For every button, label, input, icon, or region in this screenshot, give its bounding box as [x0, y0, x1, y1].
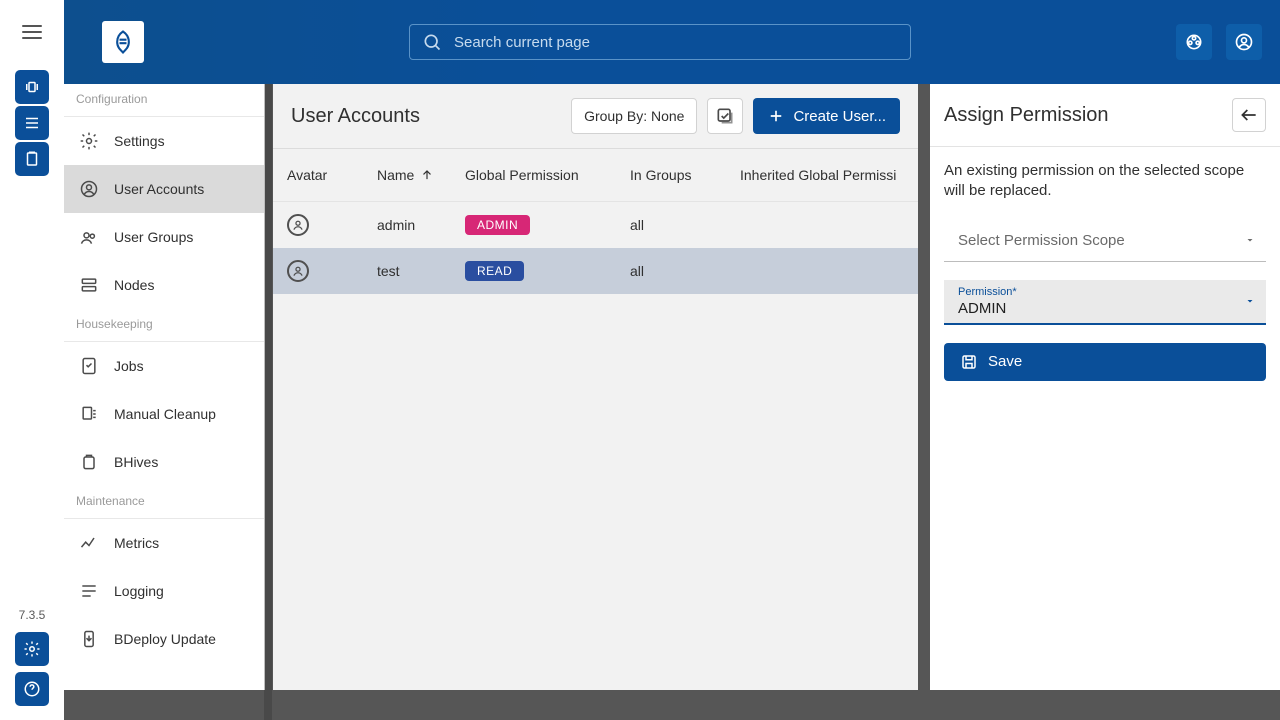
- permission-value: ADMIN: [958, 300, 1256, 317]
- avatar-icon: [287, 214, 309, 236]
- cell-name: admin: [363, 202, 451, 249]
- create-user-label: Create User...: [793, 108, 886, 125]
- permission-label: Permission*: [958, 286, 1256, 298]
- permission-badge: ADMIN: [465, 215, 530, 235]
- metrics-icon: [78, 533, 100, 553]
- th-global-permission[interactable]: Global Permission: [451, 149, 616, 202]
- sidebar-item-settings[interactable]: Settings: [64, 117, 264, 165]
- permission-badge: READ: [465, 261, 524, 281]
- save-button[interactable]: Save: [944, 343, 1266, 381]
- sidebar-item-bhives[interactable]: BHives: [64, 438, 264, 486]
- sidebar-item-bdeploy-update[interactable]: BDeploy Update: [64, 615, 264, 663]
- user-icon: [78, 179, 100, 199]
- th-avatar[interactable]: Avatar: [273, 149, 363, 202]
- sidebar-item-nodes[interactable]: Nodes: [64, 261, 264, 309]
- group-by-button[interactable]: Group By: None: [571, 98, 697, 134]
- nodes-icon: [78, 275, 100, 295]
- theme-button[interactable]: [1176, 24, 1212, 60]
- sidebar-section-configuration: Configuration: [64, 84, 264, 117]
- logo-icon[interactable]: [102, 21, 144, 63]
- search-input[interactable]: [409, 24, 911, 60]
- select-all-button[interactable]: [707, 98, 743, 134]
- main-panel: User Accounts Group By: None Create User…: [273, 84, 918, 690]
- table-scroll[interactable]: Avatar Name Global Permission In Groups: [273, 149, 918, 690]
- bhives-icon: [78, 452, 100, 472]
- group-by-label: Group By: None: [584, 108, 684, 124]
- cleanup-icon: [78, 404, 100, 424]
- sidebar-item-manual-cleanup[interactable]: Manual Cleanup: [64, 390, 264, 438]
- save-icon: [960, 353, 978, 371]
- sidebar-item-user-groups[interactable]: User Groups: [64, 213, 264, 261]
- table-row[interactable]: test READ all: [273, 248, 918, 294]
- sidebar-section-housekeeping: Housekeeping: [64, 309, 264, 342]
- inspector-title: Assign Permission: [944, 104, 1232, 127]
- rail-clipboard-icon[interactable]: [15, 142, 49, 176]
- sidebar-item-label: BDeploy Update: [114, 631, 216, 647]
- sidebar: Configuration Settings User Accounts Use…: [64, 84, 265, 690]
- plus-icon: [767, 107, 785, 125]
- topbar: [64, 0, 1280, 84]
- nav-rail: 7.3.5: [0, 0, 64, 720]
- checklist-icon: [78, 356, 100, 376]
- sidebar-item-metrics[interactable]: Metrics: [64, 519, 264, 567]
- th-inherited-permission[interactable]: Inherited Global Permissi: [726, 149, 918, 202]
- avatar-icon: [287, 260, 309, 282]
- th-in-groups[interactable]: In Groups: [616, 149, 726, 202]
- users-table: Avatar Name Global Permission In Groups: [273, 149, 918, 294]
- rail-list-icon[interactable]: [15, 106, 49, 140]
- search-icon: [422, 32, 442, 52]
- inspector-description: An existing permission on the selected s…: [944, 161, 1266, 202]
- rail-help-icon[interactable]: [15, 672, 49, 706]
- sort-asc-icon: [420, 168, 434, 182]
- sidebar-item-jobs[interactable]: Jobs: [64, 342, 264, 390]
- permission-select[interactable]: Permission* ADMIN: [944, 280, 1266, 325]
- cell-groups: all: [616, 248, 726, 294]
- th-name[interactable]: Name: [363, 149, 451, 202]
- sidebar-item-label: Manual Cleanup: [114, 406, 216, 422]
- version-label: 7.3.5: [19, 608, 46, 622]
- sidebar-item-label: Nodes: [114, 277, 154, 293]
- sidebar-item-label: Logging: [114, 583, 164, 599]
- logging-icon: [78, 581, 100, 601]
- rail-workspaces-icon[interactable]: [15, 70, 49, 104]
- group-icon: [78, 227, 100, 247]
- sidebar-item-user-accounts[interactable]: User Accounts: [64, 165, 264, 213]
- sidebar-item-label: BHives: [114, 454, 158, 470]
- gear-icon: [78, 131, 100, 151]
- chevron-down-icon: [1244, 234, 1256, 246]
- scope-placeholder: Select Permission Scope: [958, 232, 1236, 249]
- account-button[interactable]: [1226, 24, 1262, 60]
- scope-select[interactable]: Select Permission Scope: [944, 220, 1266, 262]
- inspector-panel: Assign Permission An existing permission…: [930, 84, 1280, 690]
- sidebar-item-label: Settings: [114, 133, 165, 149]
- sidebar-item-logging[interactable]: Logging: [64, 567, 264, 615]
- update-icon: [78, 629, 100, 649]
- hamburger-icon[interactable]: [12, 12, 52, 52]
- save-label: Save: [988, 353, 1022, 370]
- table-row[interactable]: admin ADMIN all: [273, 202, 918, 249]
- rail-settings-icon[interactable]: [15, 632, 49, 666]
- chevron-down-icon: [1244, 295, 1256, 307]
- cell-name: test: [363, 248, 451, 294]
- cell-groups: all: [616, 202, 726, 249]
- sidebar-item-label: User Accounts: [114, 181, 204, 197]
- sidebar-section-maintenance: Maintenance: [64, 486, 264, 519]
- sidebar-item-label: Jobs: [114, 358, 144, 374]
- sidebar-item-label: User Groups: [114, 229, 193, 245]
- back-button[interactable]: [1232, 98, 1266, 132]
- sidebar-item-label: Metrics: [114, 535, 159, 551]
- page-title: User Accounts: [291, 105, 561, 128]
- create-user-button[interactable]: Create User...: [753, 98, 900, 134]
